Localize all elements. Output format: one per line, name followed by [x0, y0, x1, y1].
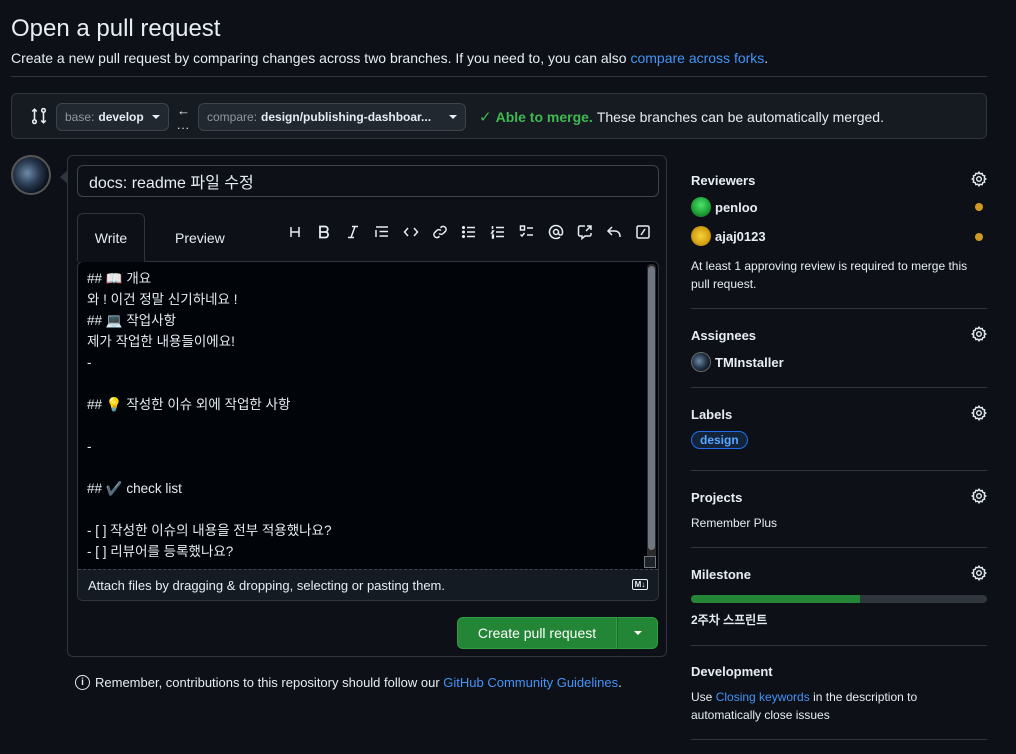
label-list: design	[691, 431, 748, 449]
base-branch-select[interactable]: base: develop	[56, 103, 169, 131]
subtitle-text: Create a new pull request by comparing c…	[11, 50, 631, 66]
sidebar-divider	[691, 387, 987, 388]
ordered-list-icon[interactable]	[483, 222, 512, 242]
gear-icon[interactable]	[971, 171, 987, 187]
page-subtitle: Create a new pull request by comparing c…	[11, 50, 768, 66]
sidebar-divider	[691, 645, 987, 646]
merge-status-text: These branches can be automatically merg…	[596, 109, 884, 125]
user-avatar[interactable]	[11, 155, 51, 195]
pending-review-status	[975, 233, 983, 241]
development-prefix: Use	[691, 690, 716, 704]
arrow-left-icon: ←	[177, 103, 190, 118]
branch-dots: ...	[177, 118, 191, 132]
milestone-name[interactable]: 2주차 스프린트	[691, 611, 767, 629]
assignees-heading[interactable]: Assignees	[691, 328, 756, 343]
pending-review-status	[975, 203, 983, 211]
pr-title-input[interactable]	[77, 165, 659, 197]
sidebar-divider	[691, 470, 987, 471]
create-pull-request-button[interactable]: Create pull request	[457, 617, 617, 649]
subtitle-end: .	[764, 50, 769, 66]
guidelines-suffix: .	[618, 675, 622, 690]
milestone-heading[interactable]: Milestone	[691, 567, 751, 582]
branch-compare-bar: base: develop ← ... compare: design/publ…	[11, 93, 987, 139]
create-pull-request-dropdown[interactable]	[617, 617, 658, 649]
check-icon: ✓	[479, 109, 492, 126]
heading-icon[interactable]	[280, 222, 309, 242]
bold-icon[interactable]	[309, 222, 338, 242]
gear-icon[interactable]	[971, 565, 987, 581]
reviewers-heading[interactable]: Reviewers	[691, 173, 755, 188]
compare-branch-select[interactable]: compare: design/publishing-dashboar...	[198, 103, 466, 131]
header-divider	[11, 76, 987, 77]
merge-status: ✓ Able to merge. These branches can be a…	[479, 108, 884, 126]
gear-icon[interactable]	[971, 326, 987, 342]
tab-preview[interactable]: Preview	[159, 213, 241, 262]
base-value: develop	[98, 110, 144, 124]
link-icon[interactable]	[425, 222, 454, 242]
compare-value: design/publishing-dashboar...	[261, 110, 432, 124]
page-title: Open a pull request	[11, 15, 221, 42]
base-key: base:	[65, 110, 95, 124]
unordered-list-icon[interactable]	[454, 222, 483, 242]
assignee-avatar	[691, 352, 711, 372]
markdown-toolbar	[280, 222, 657, 242]
task-list-icon[interactable]	[512, 222, 541, 242]
gear-icon[interactable]	[971, 488, 987, 504]
closing-keywords-link[interactable]: Closing keywords	[716, 690, 810, 704]
reviewer-avatar	[691, 226, 711, 246]
projects-heading[interactable]: Projects	[691, 490, 742, 505]
reviewer-item[interactable]: ajaj0123	[691, 226, 766, 246]
label-design[interactable]: design	[691, 431, 748, 449]
info-icon: i	[75, 675, 90, 690]
review-requirement-note: At least 1 approving review is required …	[691, 259, 968, 291]
development-note: Use Closing keywords in the description …	[691, 688, 951, 724]
reviewer-item[interactable]: penloo	[691, 197, 758, 217]
gear-icon[interactable]	[971, 405, 987, 421]
compare-key: compare:	[207, 110, 258, 124]
chevron-down-icon	[449, 115, 457, 119]
milestone-progress-bar	[691, 595, 987, 603]
reviewer-name: penloo	[715, 199, 758, 215]
community-guidelines-notice: i Remember, contributions to this reposi…	[75, 675, 622, 690]
pr-body-editor[interactable]: ## 📖 개요 와 ! 이건 정말 신기하네요 ! ## 💻 작업사항 제가 작…	[77, 261, 659, 601]
code-icon[interactable]	[396, 222, 425, 242]
compare-across-forks-link[interactable]: compare across forks	[630, 50, 764, 66]
reviewer-name: ajaj0123	[715, 228, 766, 244]
mention-icon[interactable]	[541, 222, 570, 242]
chevron-down-icon	[633, 631, 642, 635]
slash-command-icon[interactable]	[628, 222, 657, 242]
cross-reference-icon[interactable]	[570, 222, 599, 242]
tab-write[interactable]: Write	[77, 213, 145, 262]
development-heading: Development	[691, 664, 773, 679]
assignee-name: TMInstaller	[715, 354, 784, 370]
compare-icon[interactable]	[30, 107, 48, 125]
labels-heading[interactable]: Labels	[691, 407, 732, 422]
milestone-progress-fill	[691, 595, 860, 603]
pr-body-textarea[interactable]: ## 📖 개요 와 ! 이건 정말 신기하네요 ! ## 💻 작업사항 제가 작…	[87, 268, 642, 572]
attach-files-text: Attach files by dragging & dropping, sel…	[88, 577, 445, 593]
reviewer-avatar	[691, 197, 711, 217]
italic-icon[interactable]	[338, 222, 367, 242]
guidelines-prefix: Remember, contributions to this reposito…	[95, 675, 444, 690]
attach-files-bar[interactable]: Attach files by dragging & dropping, sel…	[78, 569, 658, 600]
resize-handle[interactable]	[644, 556, 656, 568]
assignee-item[interactable]: TMInstaller	[691, 352, 784, 372]
sidebar-divider	[691, 547, 987, 548]
pull-request-form: Write Preview ## 📖 개요 와 ! 이건 정말 신기하네요 ! …	[60, 155, 667, 657]
merge-ok-text: Able to merge.	[495, 109, 593, 125]
markdown-icon[interactable]: M↓	[632, 579, 648, 590]
quote-icon[interactable]	[367, 222, 396, 242]
sidebar-divider	[691, 308, 987, 309]
project-name[interactable]: Remember Plus	[691, 514, 777, 532]
sidebar-divider	[691, 739, 987, 740]
editor-scrollbar-thumb[interactable]	[648, 266, 655, 550]
reply-icon[interactable]	[599, 222, 628, 242]
chevron-down-icon	[151, 115, 160, 119]
community-guidelines-link[interactable]: GitHub Community Guidelines	[443, 675, 618, 690]
